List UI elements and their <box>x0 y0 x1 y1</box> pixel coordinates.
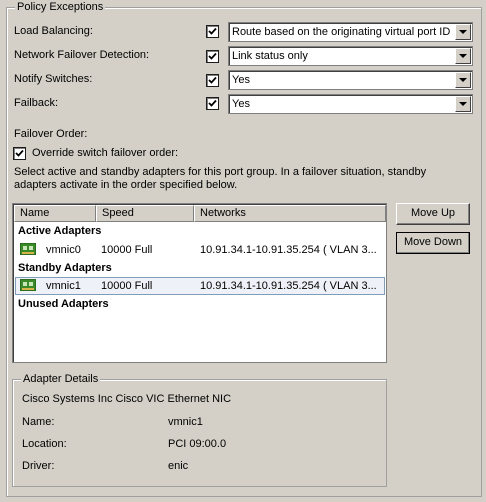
network-failover-dropdown-button[interactable] <box>455 48 471 64</box>
adapter-speed: 10000 Full <box>101 280 153 292</box>
notify-switches-value: Yes <box>232 74 250 86</box>
load-balancing-checkbox[interactable] <box>206 25 219 38</box>
check-icon <box>208 76 217 84</box>
notify-switches-checkbox[interactable] <box>206 74 219 87</box>
standby-adapters-heading: Standby Adapters <box>18 262 112 274</box>
adapter-networks: 10.91.34.1-10.91.35.254 ( VLAN 3... <box>200 244 377 256</box>
check-icon <box>208 27 217 35</box>
override-failover-checkbox[interactable] <box>13 147 26 160</box>
load-balancing-label: Load Balancing: <box>14 25 93 37</box>
policy-exceptions-title: Policy Exceptions <box>15 0 106 14</box>
move-up-button[interactable]: Move Up <box>396 203 470 225</box>
adapter-location-value: PCI 09:00.0 <box>168 438 227 450</box>
adapters-list[interactable]: Name Speed Networks Active Adapters vmni… <box>12 203 387 363</box>
adapter-name: vmnic1 <box>46 280 81 292</box>
move-down-button[interactable]: Move Down <box>396 232 470 254</box>
adapter-row-vmnic1[interactable]: vmnic1 10000 Full 10.91.34.1-10.91.35.25… <box>15 277 385 295</box>
load-balancing-dropdown-button[interactable] <box>455 24 471 40</box>
network-failover-label: Network Failover Detection: <box>14 49 150 61</box>
adapter-networks: 10.91.34.1-10.91.35.254 ( VLAN 3... <box>200 280 377 292</box>
override-failover-label[interactable]: Override switch failover order: <box>32 146 178 160</box>
adapter-location-label: Location: <box>22 438 67 450</box>
adapter-name: vmnic0 <box>46 244 81 256</box>
check-icon <box>208 52 217 60</box>
load-balancing-select[interactable]: Route based on the originating virtual p… <box>228 22 473 42</box>
column-header-networks[interactable]: Networks <box>194 205 386 222</box>
adapter-details-title: Adapter Details <box>21 372 101 386</box>
chevron-down-icon <box>459 78 467 82</box>
unused-adapters-heading: Unused Adapters <box>18 298 109 310</box>
load-balancing-value: Route based on the originating virtual p… <box>232 26 451 38</box>
chevron-down-icon <box>459 102 467 106</box>
column-header-name[interactable]: Name <box>14 205 96 222</box>
active-adapters-heading: Active Adapters <box>18 225 102 237</box>
notify-switches-dropdown-button[interactable] <box>455 72 471 88</box>
chevron-down-icon <box>459 54 467 58</box>
failover-description-line2: adapters activate in the order specified… <box>14 179 238 191</box>
check-icon <box>208 99 217 107</box>
adapter-driver-value: enic <box>168 460 189 472</box>
network-card-icon <box>20 243 36 255</box>
chevron-down-icon <box>459 30 467 34</box>
adapter-speed: 10000 Full <box>101 244 153 256</box>
adapter-name-value: vmnic1 <box>168 416 203 428</box>
failover-description-line1: Select active and standby adapters for t… <box>14 166 427 178</box>
failback-checkbox[interactable] <box>206 97 219 110</box>
network-card-icon <box>20 279 36 291</box>
notify-switches-select[interactable]: Yes <box>228 70 473 90</box>
adapter-name-label: Name: <box>22 416 55 428</box>
network-failover-value: Link status only <box>232 50 308 62</box>
adapter-row-vmnic0[interactable]: vmnic0 10000 Full 10.91.34.1-10.91.35.25… <box>15 241 385 259</box>
failover-order-label: Failover Order: <box>14 128 88 140</box>
notify-switches-label: Notify Switches: <box>14 73 93 85</box>
check-icon <box>15 149 24 157</box>
failback-value: Yes <box>232 98 250 110</box>
network-failover-checkbox[interactable] <box>206 50 219 63</box>
adapter-driver-label: Driver: <box>22 460 55 472</box>
network-failover-select[interactable]: Link status only <box>228 46 473 66</box>
column-header-speed[interactable]: Speed <box>96 205 194 222</box>
adapter-description: Cisco Systems Inc Cisco VIC Ethernet NIC <box>22 393 232 405</box>
failback-select[interactable]: Yes <box>228 94 473 114</box>
failback-label: Failback: <box>14 97 59 109</box>
failback-dropdown-button[interactable] <box>455 96 471 112</box>
